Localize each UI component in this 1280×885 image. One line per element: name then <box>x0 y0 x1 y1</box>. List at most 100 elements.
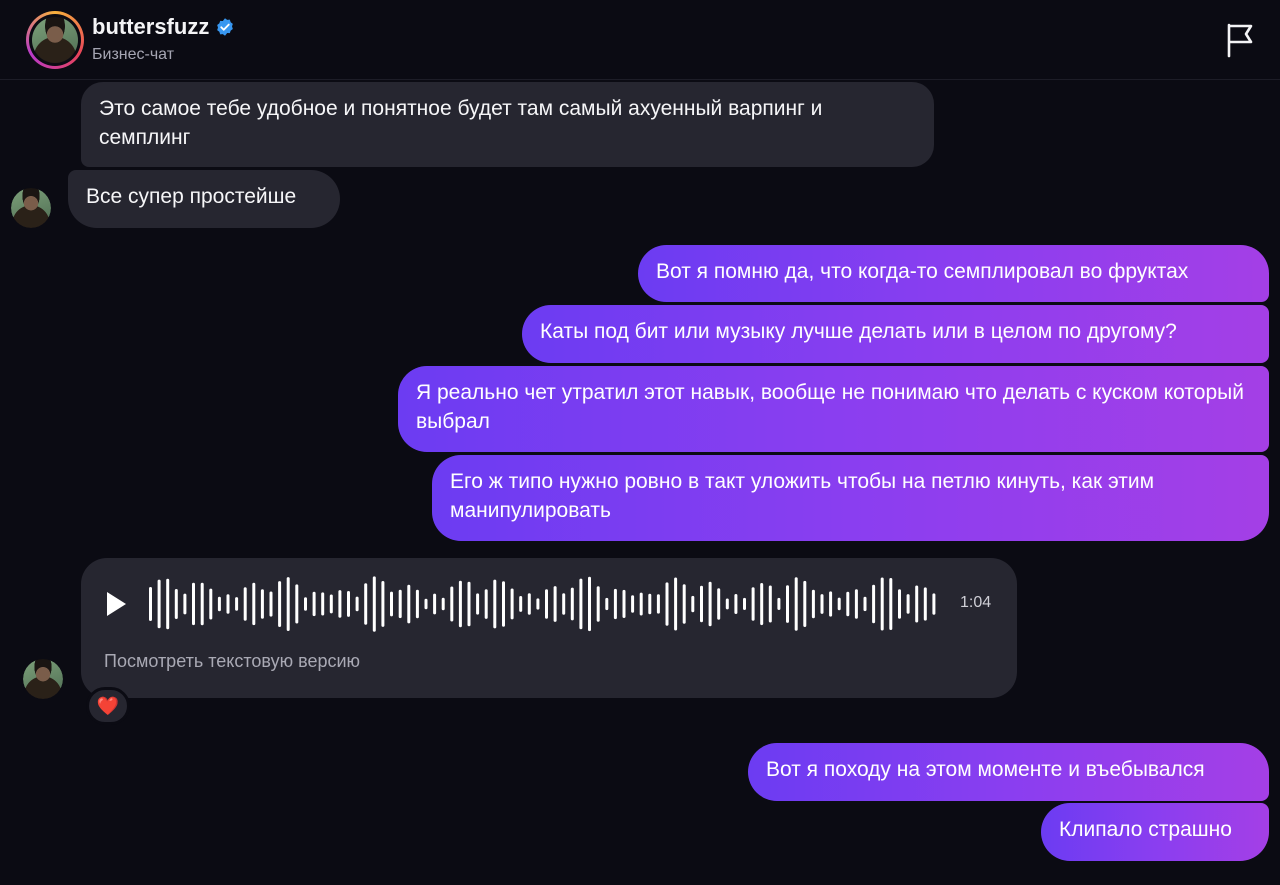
waveform-bar <box>424 598 428 610</box>
waveform-bar <box>588 576 591 632</box>
waveform-bar <box>829 591 833 617</box>
waveform-bar <box>510 588 514 620</box>
waveform-bar <box>768 585 772 623</box>
waveform-bar <box>751 587 755 621</box>
waveform-bar <box>820 594 824 614</box>
waveform-bar <box>932 593 936 615</box>
waveform-bar <box>364 583 368 625</box>
avatar-image <box>32 17 78 63</box>
waveform-bar <box>166 578 170 630</box>
waveform-bar <box>278 581 282 627</box>
waveform-bar <box>200 582 204 626</box>
waveform-bar <box>252 582 256 626</box>
waveform-bar <box>450 586 454 622</box>
waveform-bar <box>880 577 884 631</box>
waveform-bar <box>476 593 480 615</box>
sender-avatar[interactable] <box>11 188 51 228</box>
message-bubble-outgoing[interactable]: Каты под бит или музыку лучше делать или… <box>522 305 1269 363</box>
waveform-bar <box>226 594 230 614</box>
waveform-bar <box>458 580 462 628</box>
waveform-bar <box>854 589 858 619</box>
waveform-bar <box>192 582 195 626</box>
waveform-bar <box>777 597 781 610</box>
sender-avatar[interactable] <box>23 659 63 699</box>
waveform-bar <box>553 586 557 622</box>
waveform-bar <box>846 591 850 617</box>
waveform-bar <box>372 576 376 632</box>
waveform-bar <box>398 589 402 619</box>
waveform-bar <box>639 592 643 616</box>
waveform-bar <box>837 597 841 611</box>
waveform-bar <box>898 589 901 619</box>
message-text: Клипало страшно <box>1059 818 1232 841</box>
verified-badge-icon <box>217 18 234 36</box>
waveform-bar <box>915 585 919 623</box>
waveform-bar <box>174 589 178 619</box>
waveform-bar <box>872 584 876 624</box>
waveform-bar <box>217 596 221 612</box>
waveform-bar <box>415 589 419 619</box>
message-bubble-incoming[interactable]: Это самое тебе удобное и понятное будет … <box>81 82 934 167</box>
waveform-bar <box>338 590 342 618</box>
waveform-bar <box>579 578 583 630</box>
waveform-bar <box>682 584 686 624</box>
flag-icon[interactable] <box>1224 22 1256 58</box>
profile-avatar[interactable] <box>26 11 84 69</box>
waveform-bar <box>502 581 505 627</box>
audio-waveform[interactable] <box>148 572 940 636</box>
chat-type-label: Бизнес-чат <box>92 46 175 63</box>
waveform-bar <box>691 595 695 613</box>
waveform-bar <box>519 596 523 612</box>
message-text: Вот я помню да, что когда-то семплировал… <box>656 260 1189 283</box>
chat-header: buttersfuzz Бизнес-чат <box>0 0 1280 80</box>
waveform-bar <box>269 591 273 617</box>
waveform-bar <box>725 598 729 610</box>
waveform-bar <box>596 586 600 622</box>
waveform-bar <box>674 577 678 631</box>
waveform-bar <box>665 582 669 626</box>
waveform-bar <box>811 589 815 619</box>
waveform-bar <box>407 584 411 624</box>
waveform-bar <box>355 596 359 612</box>
waveform-bar <box>631 595 635 613</box>
waveform-bar <box>260 589 264 619</box>
message-text: Его ж типо нужно ровно в такт уложить чт… <box>450 470 1155 522</box>
waveform-bar <box>562 593 566 615</box>
waveform-bar <box>656 594 660 614</box>
avatar-image <box>11 188 51 228</box>
username[interactable]: buttersfuzz <box>92 14 209 40</box>
waveform-bar <box>321 592 325 616</box>
heart-reaction-icon[interactable]: ❤️ <box>86 687 130 725</box>
waveform-bar <box>648 593 652 615</box>
play-icon[interactable] <box>104 590 128 618</box>
message-bubble-outgoing[interactable]: Я реально чет утратил этот навык, вообще… <box>398 366 1269 452</box>
message-bubble-outgoing[interactable]: Клипало страшно <box>1041 803 1269 861</box>
waveform-bar <box>708 581 712 627</box>
waveform-bar <box>889 578 893 630</box>
avatar-image <box>23 659 63 699</box>
waveform-bar <box>570 587 574 621</box>
waveform-bar <box>760 583 764 626</box>
waveform-bar <box>786 585 789 623</box>
waveform-bar <box>433 593 437 615</box>
waveform-bar <box>794 577 798 631</box>
message-bubble-incoming[interactable]: Все супер простейше <box>68 170 340 228</box>
message-bubble-outgoing[interactable]: Его ж типо нужно ровно в такт уложить чт… <box>432 455 1269 541</box>
waveform-bar <box>545 589 548 619</box>
waveform-bar <box>493 579 497 629</box>
message-text: Я реально чет утратил этот навык, вообще… <box>416 381 1244 433</box>
waveform-bar <box>209 588 213 620</box>
waveform-bar <box>347 591 350 617</box>
waveform-bar <box>304 597 307 611</box>
waveform-bar <box>149 587 152 621</box>
message-bubble-outgoing[interactable]: Вот я походу на этом моменте и въебывалс… <box>748 743 1269 801</box>
waveform-bar <box>527 593 531 615</box>
view-transcript-link[interactable]: Посмотреть текстовую версию <box>104 651 360 672</box>
profile-name-row[interactable]: buttersfuzz <box>92 14 235 40</box>
waveform-bar <box>235 597 239 611</box>
message-bubble-outgoing[interactable]: Вот я помню да, что когда-то семплировал… <box>638 245 1269 302</box>
waveform-bar <box>243 587 247 621</box>
waveform-bar <box>536 598 540 610</box>
waveform-bar <box>441 597 445 611</box>
waveform-bar <box>700 585 703 623</box>
